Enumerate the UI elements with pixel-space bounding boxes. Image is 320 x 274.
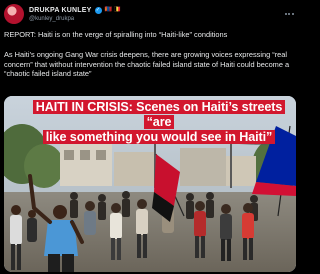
tweet-card: DRUKPA KUNLEY ✓ 🇲🇳 🇧🇪 @kunley_drukpa REP… <box>0 0 300 274</box>
more-options-icon[interactable] <box>282 7 296 21</box>
author-info: DRUKPA KUNLEY ✓ 🇲🇳 🇧🇪 @kunley_drukpa <box>29 6 122 22</box>
media-headline-banner: HAITI IN CRISIS: Scenes on Haiti’s stree… <box>28 100 290 145</box>
tweet-header: DRUKPA KUNLEY ✓ 🇲🇳 🇧🇪 @kunley_drukpa <box>4 3 296 25</box>
headline-line-1-text: HAITI IN CRISIS: Scenes on Haiti’s stree… <box>32 100 286 129</box>
tweet-media-image[interactable]: HAITI IN CRISIS: Scenes on Haiti’s stree… <box>4 96 296 272</box>
author-name-row: DRUKPA KUNLEY ✓ 🇲🇳 🇧🇪 <box>29 6 122 14</box>
tweet-text-paragraph-1: REPORT: Haiti is on the verge of spirall… <box>4 30 228 39</box>
author-avatar[interactable] <box>4 4 24 24</box>
verified-badge-icon: ✓ <box>94 6 102 14</box>
author-handle[interactable]: @kunley_drukpa <box>29 16 121 22</box>
headline-line-1: HAITI IN CRISIS: Scenes on Haiti’s stree… <box>28 100 290 130</box>
author-flags: 🇲🇳 🇧🇪 <box>104 7 122 13</box>
headline-line-2-text: like something you would see in Haiti” <box>42 130 276 144</box>
headline-line-2: like something you would see in Haiti” <box>28 130 290 145</box>
author-display-name[interactable]: DRUKPA KUNLEY <box>29 7 92 14</box>
tweet-text-paragraph-2: As Haiti’s ongoing Gang War crisis deepe… <box>4 50 290 79</box>
